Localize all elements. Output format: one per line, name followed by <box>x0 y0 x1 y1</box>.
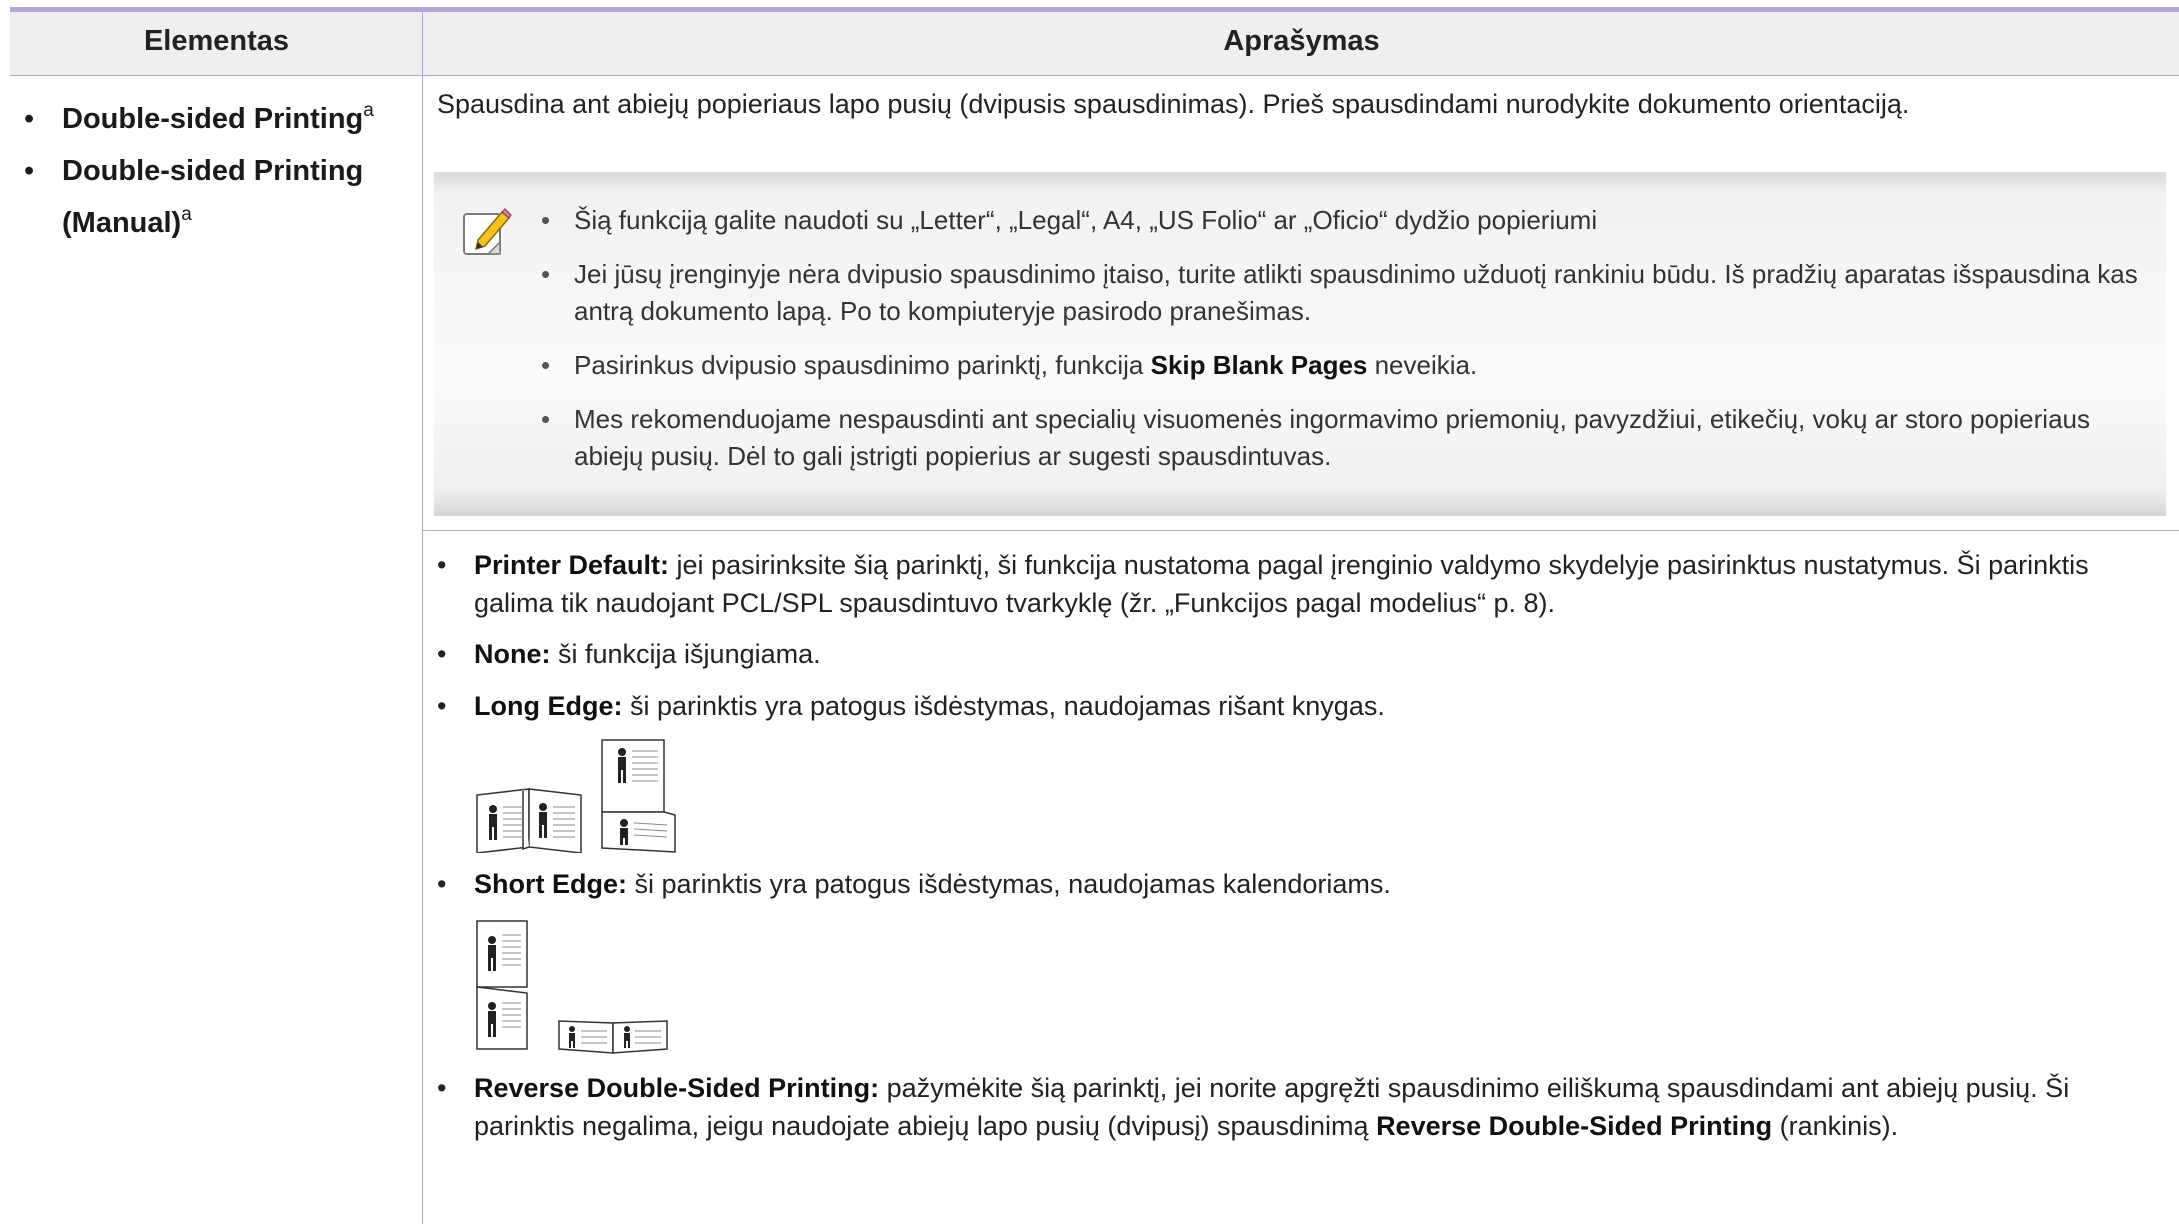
element-item-double-sided-manual: Double-sided Printing (Manual)a <box>24 145 414 249</box>
option-text: (rankinis). <box>1772 1111 1899 1141</box>
option-label: Reverse Double-Sided Printing: <box>474 1073 880 1103</box>
option-text: ši parinktis yra patogus išdėstymas, nau… <box>627 869 1391 899</box>
note-list: Šią funkciją galite naudoti su „Letter“,… <box>537 202 2152 492</box>
footnote-marker: a <box>363 100 374 121</box>
option-text: jei pasirinksite šią parinktį, ši funkci… <box>474 550 2089 618</box>
option-none: None: ši funkcija išjungiama. <box>437 635 2162 673</box>
note-item: Šią funkciją galite naudoti su „Letter“,… <box>537 202 2152 239</box>
row-divider <box>423 530 2179 531</box>
note-item: Jei jūsų įrenginyje nėra dvipusio spausd… <box>537 256 2152 330</box>
option-reverse-double-sided: Reverse Double-Sided Printing: pažymėkit… <box>437 1069 2162 1145</box>
note-item: Pasirinkus dvipusio spausdinimo parinktį… <box>537 347 2152 384</box>
short-edge-binding-illustration <box>437 903 2162 1059</box>
short-edge-illustration-svg <box>476 920 668 1054</box>
element-item-label: Double-sided Printing <box>62 103 364 135</box>
option-text: ši parinktis yra patogus išdėstymas, nau… <box>622 691 1385 721</box>
description-text: Spausdina ant abiejų popieriaus lapo pus… <box>437 89 1910 119</box>
option-label: Short Edge: <box>474 869 627 899</box>
footnote-marker: a <box>181 204 192 225</box>
long-edge-illustration-svg <box>476 739 676 854</box>
column-header-description: Aprašymas <box>1223 25 1380 57</box>
note-pencil-icon <box>463 208 512 255</box>
long-edge-binding-illustration <box>437 725 2162 854</box>
option-label: Printer Default: <box>474 550 670 580</box>
column-header-element: Elementas <box>143 25 290 57</box>
option-bold-term: Reverse Double-Sided Printing <box>1376 1111 1773 1141</box>
column-divider <box>422 12 423 1224</box>
note-box: Šią funkciją galite naudoti su „Letter“,… <box>434 172 2166 516</box>
note-item: Mes rekomenduojame nespausdinti ant spec… <box>537 401 2152 475</box>
note-text: neveikia. <box>1367 350 1478 380</box>
options-list: Printer Default: jei pasirinksite šią pa… <box>437 546 2162 1145</box>
option-printer-default: Printer Default: jei pasirinksite šią pa… <box>437 546 2162 622</box>
element-list: Double-sided Printinga Double-sided Prin… <box>24 93 414 249</box>
table-header: Elementas Aprašymas <box>10 12 2179 76</box>
note-text: Pasirinkus dvipusio spausdinimo parinktį… <box>574 350 1151 380</box>
element-item-label: Double-sided Printing (Manual) <box>62 155 364 239</box>
option-label: None: <box>474 639 551 669</box>
note-bold-term: Skip Blank Pages <box>1150 350 1368 380</box>
element-item-double-sided: Double-sided Printinga <box>24 93 414 145</box>
option-label: Long Edge: <box>474 691 623 721</box>
option-short-edge: Short Edge: ši parinktis yra patogus išd… <box>437 865 2162 903</box>
option-long-edge: Long Edge: ši parinktis yra patogus išdė… <box>437 687 2162 725</box>
option-text: ši funkcija išjungiama. <box>550 639 821 669</box>
